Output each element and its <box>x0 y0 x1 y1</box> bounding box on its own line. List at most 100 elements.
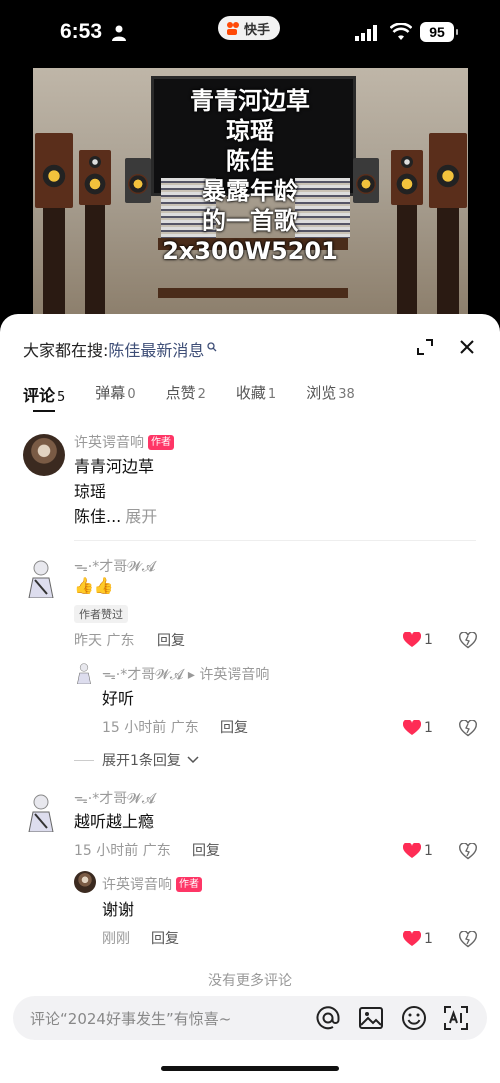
search-suggestion[interactable]: 大家都在搜:陈佳最新消息 <box>23 337 217 361</box>
author-tag: 作者 <box>148 435 174 450</box>
reply-button[interactable]: 回复 <box>151 928 179 948</box>
cellular-signal-icon <box>355 25 377 41</box>
tab-count: 38 <box>338 387 355 402</box>
reply-author-line: ᯓ·*才哥𝓦𝓐 ▸ 许英谔音响 <box>102 664 269 684</box>
reply-text: 谢谢 <box>102 900 135 919</box>
like-count: 1 <box>424 720 433 736</box>
like-button[interactable]: 1 <box>403 931 433 947</box>
back-to-app-pill[interactable]: 快手 <box>218 16 281 40</box>
reply-time: 刚刚 <box>102 931 130 947</box>
tab-count: 5 <box>57 390 66 405</box>
heart-filled-icon <box>403 632 421 647</box>
close-icon[interactable] <box>458 338 476 356</box>
author-liked-badge: 作者赞过 <box>74 605 128 623</box>
author-tag: 作者 <box>176 877 202 892</box>
kuaishou-logo-icon <box>227 22 239 35</box>
video-caption: 青青河边草 琼瑶 陈佳 暴露年龄 的一首歌 2x300W5201 <box>0 86 500 266</box>
username[interactable]: ᯓ·*才哥𝓦𝓐 <box>102 667 183 683</box>
dislike-icon[interactable] <box>459 632 477 649</box>
comment-time-location: 昨天 广东 <box>74 633 135 649</box>
caption-line: 陈佳 <box>226 147 274 175</box>
tab-label: 评论 <box>23 386 56 405</box>
tab-count: 2 <box>197 387 206 402</box>
expand-text-link[interactable]: 展开 <box>125 507 157 526</box>
ai-assist-icon[interactable] <box>443 1005 469 1031</box>
app-name: 快手 <box>244 22 271 38</box>
shelf <box>158 288 348 298</box>
tab-favorites[interactable]: 收藏 1 <box>236 382 276 412</box>
no-more-comments: 没有更多评论 <box>208 973 292 989</box>
search-suggestion-prefix: 大家都在搜: <box>23 341 109 360</box>
dislike-icon[interactable] <box>459 843 477 860</box>
divider <box>74 540 476 541</box>
tab-label: 点赞 <box>165 384 196 402</box>
comment-author[interactable]: ᯓ·*才哥𝓦𝓐 <box>74 788 155 808</box>
dislike-icon[interactable] <box>459 720 477 737</box>
fullscreen-expand-icon[interactable] <box>416 338 434 356</box>
reply-arrow-icon: ▸ <box>187 667 195 683</box>
avatar[interactable] <box>23 558 59 598</box>
caption-line: 青青河边草 <box>190 87 310 115</box>
search-suggestion-term[interactable]: 陈佳最新消息 <box>108 341 204 360</box>
reply-author[interactable]: 许英谔音响 作者 <box>102 874 202 894</box>
divider <box>74 759 94 761</box>
reply-button[interactable]: 回复 <box>220 717 248 737</box>
tab-label: 浏览 <box>306 384 337 402</box>
avatar[interactable] <box>74 871 96 893</box>
home-indicator[interactable] <box>161 1066 339 1071</box>
person-icon <box>112 25 126 41</box>
heart-filled-icon <box>403 843 421 858</box>
tab-comments[interactable]: 评论 5 <box>23 382 65 412</box>
reply-button[interactable]: 回复 <box>157 630 185 650</box>
like-count: 1 <box>424 632 433 648</box>
comment-input-placeholder: 评论“2024好事发生”有惊喜~ <box>30 1010 232 1028</box>
like-count: 1 <box>424 843 433 859</box>
wifi-icon <box>390 23 412 40</box>
reply-text: 好听 <box>102 689 135 708</box>
reply-button[interactable]: 回复 <box>192 840 220 860</box>
dislike-icon[interactable] <box>459 931 477 948</box>
status-time: 6:53 <box>60 20 103 43</box>
tab-label: 弹幕 <box>95 384 126 402</box>
emoji-icon[interactable] <box>401 1005 427 1031</box>
expand-replies-label: 展开1条回复 <box>102 753 181 769</box>
username: 许英谔音响 <box>74 435 144 451</box>
tab-likes[interactable]: 点赞 2 <box>166 382 206 412</box>
heart-filled-icon <box>403 931 421 946</box>
username: 许英谔音响 <box>102 877 172 893</box>
avatar[interactable] <box>23 434 65 476</box>
avatar[interactable] <box>74 662 94 684</box>
comment-author[interactable]: 许英谔音响 作者 <box>74 432 174 452</box>
like-button[interactable]: 1 <box>403 720 433 736</box>
battery-indicator: 95 <box>420 22 458 42</box>
comment-line: 青青河边草 <box>74 457 155 476</box>
search-icon <box>207 342 217 352</box>
caption-line: 的一首歌 <box>202 207 298 235</box>
like-count: 1 <box>424 931 433 947</box>
reply-to-username[interactable]: 许英谔音响 <box>199 667 269 683</box>
tab-bar: 评论 5 弹幕 0 点赞 2 收藏 1 浏览 38 <box>23 382 385 412</box>
video-player[interactable]: 青青河边草 琼瑶 陈佳 暴露年龄 的一首歌 2x300W5201 <box>0 64 500 324</box>
like-button[interactable]: 1 <box>403 632 433 648</box>
reply-time-location: 15 小时前 广东 <box>102 720 199 736</box>
tab-danmaku[interactable]: 弹幕 0 <box>95 382 135 412</box>
comment-input[interactable]: 评论“2024好事发生”有惊喜~ <box>13 996 487 1040</box>
image-icon[interactable] <box>358 1005 384 1031</box>
avatar[interactable] <box>23 792 59 832</box>
comment-panel: 大家都在搜:陈佳最新消息 评论 5 弹幕 0 点赞 2 收藏 1 浏览 38 许英谔音响作… <box>0 314 500 1083</box>
tab-label: 收藏 <box>235 384 266 402</box>
heart-filled-icon <box>403 720 421 735</box>
like-button[interactable]: 1 <box>403 843 433 859</box>
comment-text: 越听越上瘾 <box>74 812 155 831</box>
comment-line: 琼瑶 <box>74 482 107 501</box>
tab-views[interactable]: 浏览 38 <box>306 382 355 412</box>
expand-replies-button[interactable]: 展开1条回复 <box>74 750 199 770</box>
status-bar: 6:53 快手 95 <box>0 0 500 64</box>
chevron-down-icon <box>187 756 199 764</box>
comment-author[interactable]: ᯓ·*才哥𝓦𝓐 <box>74 556 155 576</box>
tab-count: 1 <box>267 387 277 402</box>
comment-time-location: 15 小时前 广东 <box>74 843 171 859</box>
comment-text: 青青河边草 琼瑶 陈佳... 展开 <box>74 454 157 529</box>
mention-icon[interactable] <box>315 1005 341 1031</box>
comment-emoji: 👍👍 <box>74 576 114 595</box>
